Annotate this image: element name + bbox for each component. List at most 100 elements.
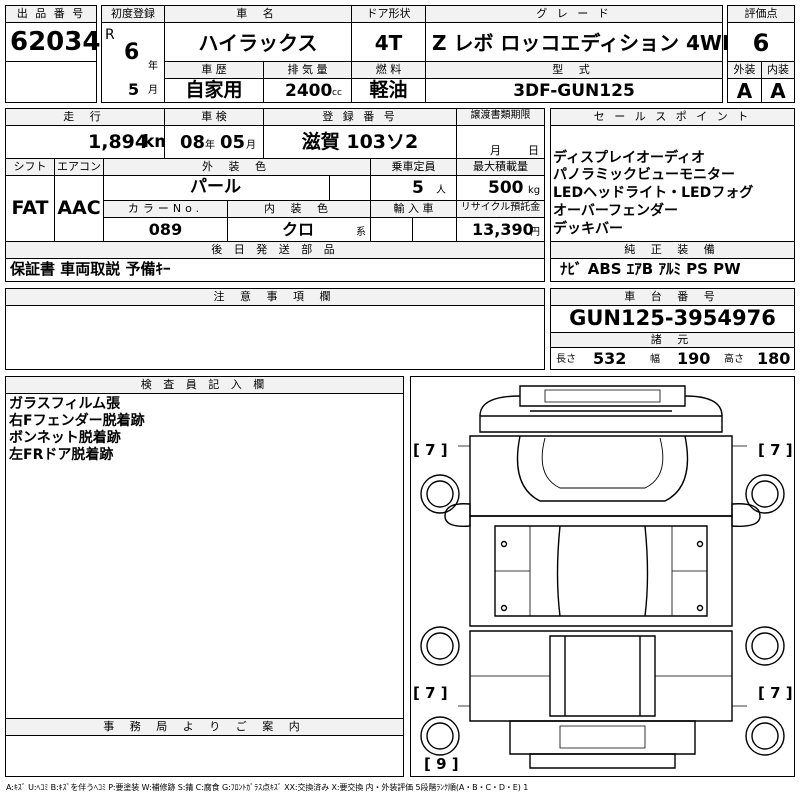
- vehicle-diagram: [420, 385, 785, 769]
- sales-line-1: ディスプレイオーディオ: [553, 150, 706, 166]
- ext-color-label: 外 装 色: [202, 160, 272, 173]
- aircon-label: エアコン: [57, 160, 101, 173]
- car-name: ハイラックス: [198, 31, 318, 55]
- recycle-label: リサイクル預託金: [460, 202, 541, 213]
- first-reg-era: R: [105, 27, 115, 43]
- sales-line-5: デッキバー: [553, 221, 623, 237]
- capacity-label: 乗車定員: [391, 160, 436, 173]
- tread-spare: [ 9 ]: [424, 755, 459, 773]
- first-reg-month: 5: [128, 80, 140, 99]
- chassis-label: 車 台 番 号: [624, 290, 721, 303]
- office-label: 事 務 局 よ り ご 案 内: [103, 720, 306, 733]
- inspector-line-1: ガラスフィルム張: [9, 396, 121, 412]
- recycle-unit: 円: [530, 227, 540, 238]
- history-label: 車 歴: [201, 63, 227, 76]
- dims-length-label: 長さ: [556, 354, 576, 365]
- ext-color-value: パール: [190, 177, 241, 197]
- inspection-month: 05: [220, 132, 246, 153]
- recycle-value: 13,390: [472, 220, 534, 239]
- displacement-unit: cc: [332, 88, 342, 98]
- equipment-label: 純 正 装 備: [624, 243, 721, 256]
- sales-line-4: オーバーフェンダー: [553, 203, 679, 219]
- lot-number: 62034: [10, 27, 101, 57]
- first-reg-month-unit: 月: [148, 85, 158, 96]
- score-label: 評価点: [744, 7, 778, 20]
- capacity-unit: 人: [436, 185, 446, 196]
- dims-label: 諸 元: [650, 333, 695, 346]
- sales-line-2: パノラミックビューモニター: [553, 167, 735, 183]
- int-color-value: クロ: [282, 220, 315, 239]
- inspection-year-unit: 年: [205, 140, 215, 151]
- equipment-value: ﾅﾋﾞ ABS ｴｱB ｱﾙﾐ PS PW: [560, 260, 741, 278]
- aircon-value: AAC: [57, 197, 101, 219]
- dims-width-value: 190: [677, 349, 711, 368]
- transfer-label: 譲渡書類期限: [470, 110, 531, 121]
- model-label: 型 式: [552, 63, 596, 76]
- grade-label: グ レ ー ド: [536, 7, 612, 20]
- inspection-month-unit: 月: [246, 140, 256, 151]
- mileage-value: 1,894: [88, 131, 149, 153]
- dims-height-label: 高さ: [724, 354, 744, 365]
- plate-label: 登 録 番 号: [322, 110, 398, 123]
- mileage-label: 走 行: [63, 110, 107, 123]
- max-load-value: 500: [488, 178, 524, 198]
- first-reg-label: 初度登録: [111, 7, 155, 20]
- inspection-label: 車 検: [201, 110, 227, 123]
- chassis-value: GUN125-3954976: [569, 306, 776, 330]
- int-color-unit: 系: [356, 227, 366, 238]
- first-reg-year-unit: 年: [148, 61, 158, 72]
- tread-front-right: [ 7 ]: [758, 441, 793, 459]
- tread-rear-right: [ 7 ]: [758, 684, 793, 702]
- sales-line-3: LEDヘッドライト・LEDフォグ: [553, 185, 754, 201]
- shift-value: FAT: [11, 197, 49, 219]
- inspector-label: 検 査 員 記 入 欄: [140, 378, 269, 391]
- legend-text: A:ｷｽﾞ U:ﾍｺﾐ B:ｷｽﾞを伴うﾍｺﾐ P:要塗装 W:補修跡 S:錆 …: [6, 783, 529, 792]
- tread-front-left: [ 7 ]: [413, 441, 448, 459]
- fuel-value: 軽油: [369, 79, 408, 101]
- dims-height-value: 180: [757, 349, 791, 368]
- ext-grade-value: A: [736, 79, 753, 103]
- model-value: 3DF-GUN125: [513, 81, 635, 101]
- displacement-label: 排 気 量: [287, 63, 328, 76]
- first-reg-year: 6: [124, 40, 140, 65]
- office-cell: [5, 735, 404, 777]
- transfer-day-unit: 日: [528, 144, 539, 157]
- history-value: 自家用: [185, 79, 243, 101]
- car-name-label: 車 名: [236, 7, 280, 20]
- import-sub-cell: [412, 217, 457, 242]
- displacement-value: 2400: [285, 81, 333, 101]
- notes-label: 注 意 事 項 欄: [213, 290, 337, 303]
- doors-label: ドア形状: [366, 7, 411, 20]
- ext-grade-label: 外装: [733, 63, 756, 76]
- plate-value: 滋賀 103ソ2: [301, 131, 419, 153]
- transfer-month-unit: 月: [490, 144, 501, 157]
- grade-value: Z レボ ロッコエディション 4WD: [432, 31, 739, 55]
- max-load-label: 最大積載量: [473, 160, 528, 173]
- later-parts-label: 後 日 発 送 部 品: [211, 243, 339, 256]
- sales-label: セ ー ル ス ポ イ ン ト: [593, 110, 752, 123]
- later-parts-value: 保証書 車両取説 予備ｷｰ: [10, 260, 171, 278]
- inspection-year: 08: [180, 132, 206, 153]
- capacity-value: 5: [412, 178, 424, 198]
- tread-rear-left: [ 7 ]: [413, 684, 448, 702]
- dims-length-value: 532: [593, 349, 627, 368]
- shift-label: シフト: [13, 160, 47, 173]
- dims-width-label: 幅: [650, 354, 660, 365]
- inspector-line-3: ボンネット脱着跡: [9, 430, 121, 446]
- fuel-label: 燃 料: [375, 63, 402, 76]
- lot-label: 出 品 番 号: [16, 7, 86, 20]
- notes-cell: [5, 305, 545, 370]
- max-load-unit: kg: [528, 185, 541, 196]
- color-no-value: 089: [148, 220, 183, 239]
- int-grade-value: A: [770, 79, 786, 103]
- ext-color-sub-cell: [329, 175, 371, 201]
- inspector-line-2: 右Fフェンダー脱着跡: [9, 413, 145, 429]
- inspector-line-4: 左FRドア脱着跡: [9, 447, 114, 463]
- lot-blank-cell: [5, 61, 97, 103]
- color-no-label: カラーNo.: [127, 202, 204, 215]
- score-value: 6: [752, 29, 770, 57]
- doors-value: 4T: [374, 31, 403, 55]
- int-grade-label: 内装: [767, 63, 789, 76]
- int-color-label: 内 装 色: [264, 202, 334, 215]
- import-label: 輸 入 車: [393, 202, 434, 215]
